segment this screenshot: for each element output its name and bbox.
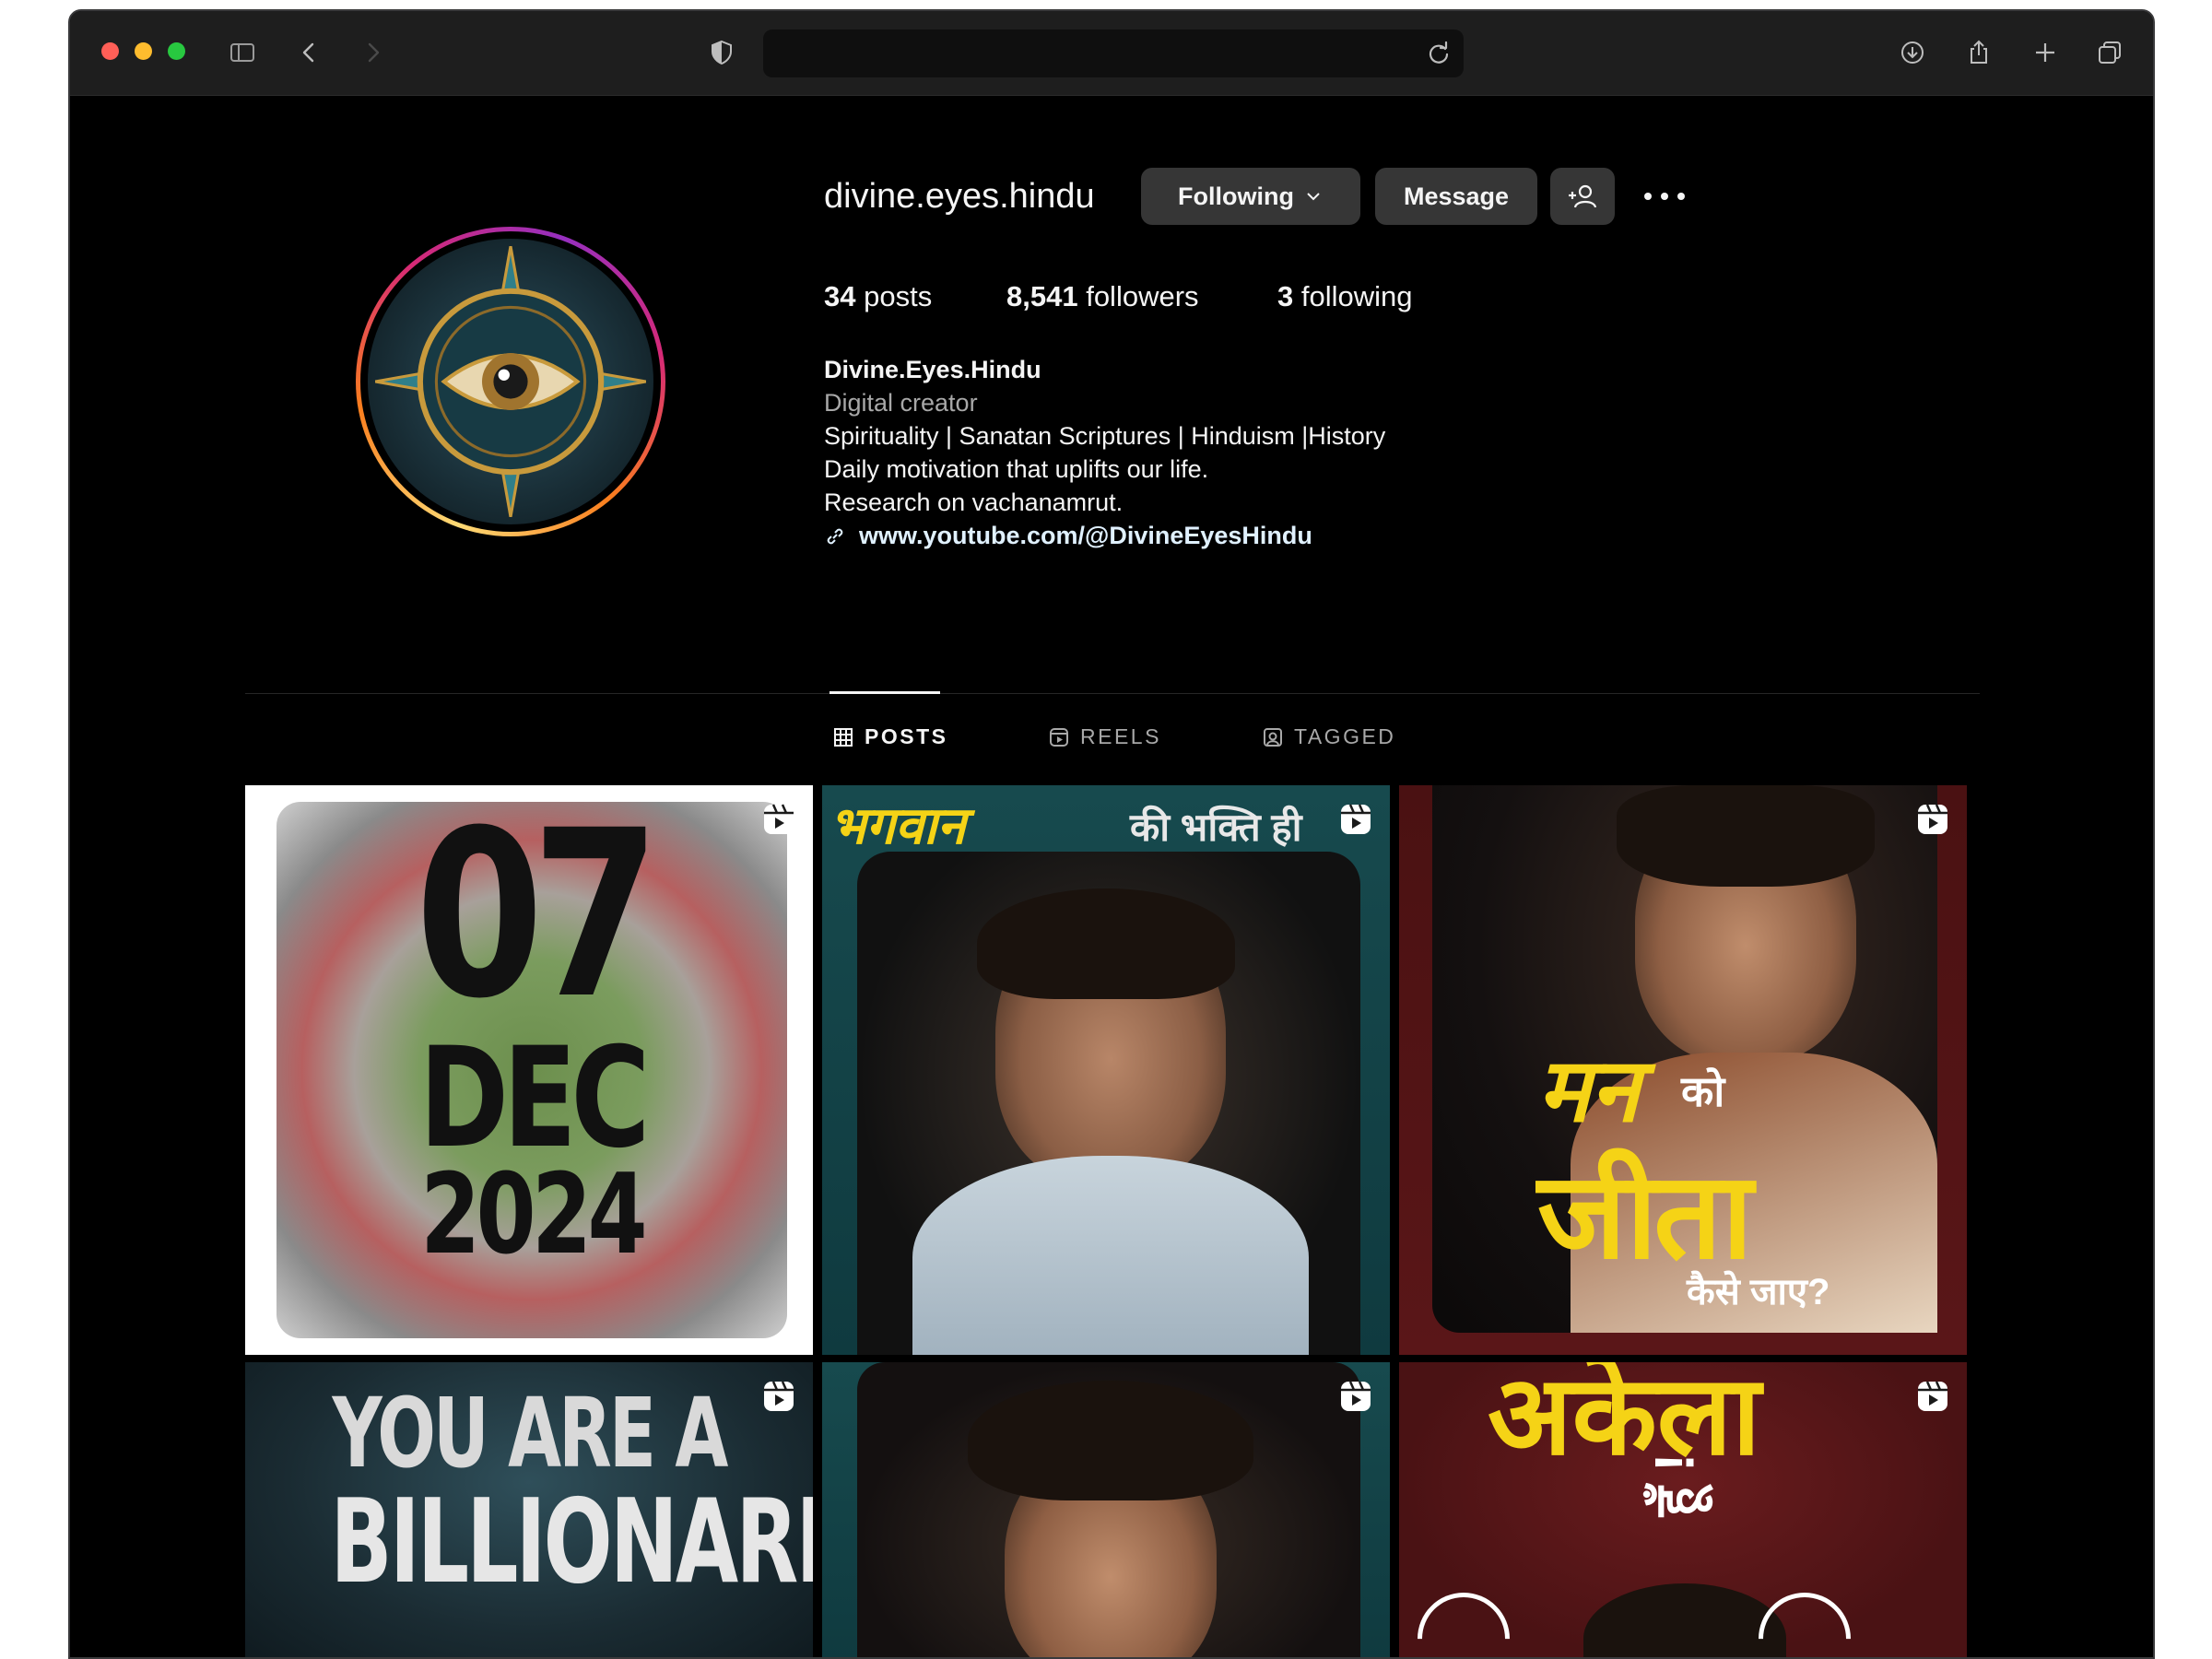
followers-count[interactable]: 8,541 followers: [1006, 280, 1199, 313]
add-person-icon: [1569, 184, 1597, 208]
eye-emblem-image: [368, 239, 653, 524]
post-date-year: 2024: [420, 1151, 647, 1279]
profile-link-text[interactable]: www.youtube.com/@DivineEyesHindu: [859, 522, 1312, 550]
message-button[interactable]: Message: [1375, 168, 1537, 225]
address-bar[interactable]: [763, 29, 1464, 77]
browser-window: divine.eyes.hindu Following Message 34 p…: [68, 9, 2155, 1659]
tab-posts[interactable]: POSTS: [833, 724, 947, 749]
forward-icon[interactable]: [358, 37, 389, 68]
post-date-day: 07: [415, 802, 661, 1049]
tab-tagged-label: TAGGED: [1294, 724, 1396, 748]
tab-reels[interactable]: REELS: [1049, 724, 1161, 749]
reel-indicator-icon: [1918, 1381, 1947, 1411]
minimize-window-button[interactable]: [135, 42, 152, 60]
post-title-rest: की भक्ति ही: [1130, 806, 1302, 849]
post-tile[interactable]: YOU ARE A BILLIONARE: [245, 1362, 813, 1657]
post-headline-2: BILLIONARE: [330, 1474, 813, 1609]
tagged-icon: [1264, 727, 1282, 747]
bio-line-1: Spirituality | Sanatan Scriptures | Hind…: [824, 422, 1386, 450]
following-count[interactable]: 3 following: [1277, 280, 1413, 313]
display-name: Divine.Eyes.Hindu: [824, 356, 1041, 383]
message-button-label: Message: [1403, 182, 1510, 210]
post-tile[interactable]: अकेला हूँ !: [1399, 1362, 1967, 1657]
privacy-shield-icon[interactable]: [706, 37, 737, 68]
profile-category: Digital creator: [824, 389, 978, 417]
new-tab-icon[interactable]: [2030, 37, 2061, 68]
profile-link[interactable]: www.youtube.com/@DivineEyesHindu: [824, 522, 1312, 550]
downloads-icon[interactable]: [1897, 37, 1928, 68]
post-tile[interactable]: 07 DEC 2024: [245, 785, 813, 1355]
share-icon[interactable]: [1963, 37, 1994, 68]
tab-posts-label: POSTS: [865, 724, 948, 748]
tabs-divider: [245, 693, 1980, 694]
tab-reels-label: REELS: [1080, 724, 1161, 748]
reel-indicator-icon: [1341, 804, 1371, 834]
suggest-people-button[interactable]: [1550, 168, 1615, 225]
profile-avatar[interactable]: [356, 227, 665, 536]
post-title-highlight: भगवान: [830, 796, 966, 854]
sidebar-toggle-icon[interactable]: [227, 37, 258, 68]
following-button-label: Following: [1178, 182, 1294, 210]
close-window-button[interactable]: [101, 42, 119, 60]
more-options-icon[interactable]: [1637, 182, 1692, 210]
post-headline-1: YOU ARE A: [332, 1377, 729, 1489]
active-tab-indicator: [830, 691, 940, 694]
reel-indicator-icon: [1918, 804, 1947, 834]
reel-indicator-icon: [764, 804, 794, 834]
browser-toolbar: [70, 11, 2153, 96]
reel-indicator-icon: [764, 1381, 794, 1411]
chevron-down-icon: [1307, 193, 1320, 201]
reels-icon: [1050, 727, 1068, 747]
post-date-month: DEC: [418, 1018, 650, 1179]
back-icon[interactable]: [293, 37, 324, 68]
bio-line-2: Daily motivation that uplifts our life.: [824, 455, 1209, 483]
bio-line-3: Research on vachanamrut.: [824, 488, 1124, 516]
tab-overview-icon[interactable]: [2094, 37, 2125, 68]
speaker-photo: [857, 852, 1360, 1355]
post-tile[interactable]: [822, 1362, 1390, 1657]
grid-icon: [834, 727, 853, 747]
post-tile[interactable]: मन को जीता कैसे जाए?: [1399, 785, 1967, 1355]
link-icon: [827, 528, 843, 544]
post-word-2: हूँ !: [1643, 1453, 1706, 1517]
swirl-decoration: [1399, 1573, 1529, 1657]
post-tile[interactable]: भगवान की भक्ति ही: [822, 785, 1390, 1355]
zoom-window-button[interactable]: [168, 42, 185, 60]
tab-tagged[interactable]: TAGGED: [1263, 724, 1395, 749]
profile-page: divine.eyes.hindu Following Message 34 p…: [70, 96, 2153, 1657]
speaker-photo: [857, 1362, 1360, 1657]
stadium-image: 07 DEC 2024: [276, 802, 787, 1338]
post-word-1: अकेला: [1488, 1362, 1761, 1477]
following-button[interactable]: Following: [1141, 168, 1360, 225]
reel-indicator-icon: [1341, 1381, 1371, 1411]
post-word-2: को: [1681, 1067, 1725, 1115]
speaker-photo: [1583, 1583, 1786, 1657]
posts-count: 34 posts: [824, 280, 933, 312]
post-word-4: कैसे जाए?: [1687, 1272, 1830, 1312]
reload-icon[interactable]: [1425, 40, 1453, 67]
profile-username: divine.eyes.hindu: [824, 177, 1095, 216]
